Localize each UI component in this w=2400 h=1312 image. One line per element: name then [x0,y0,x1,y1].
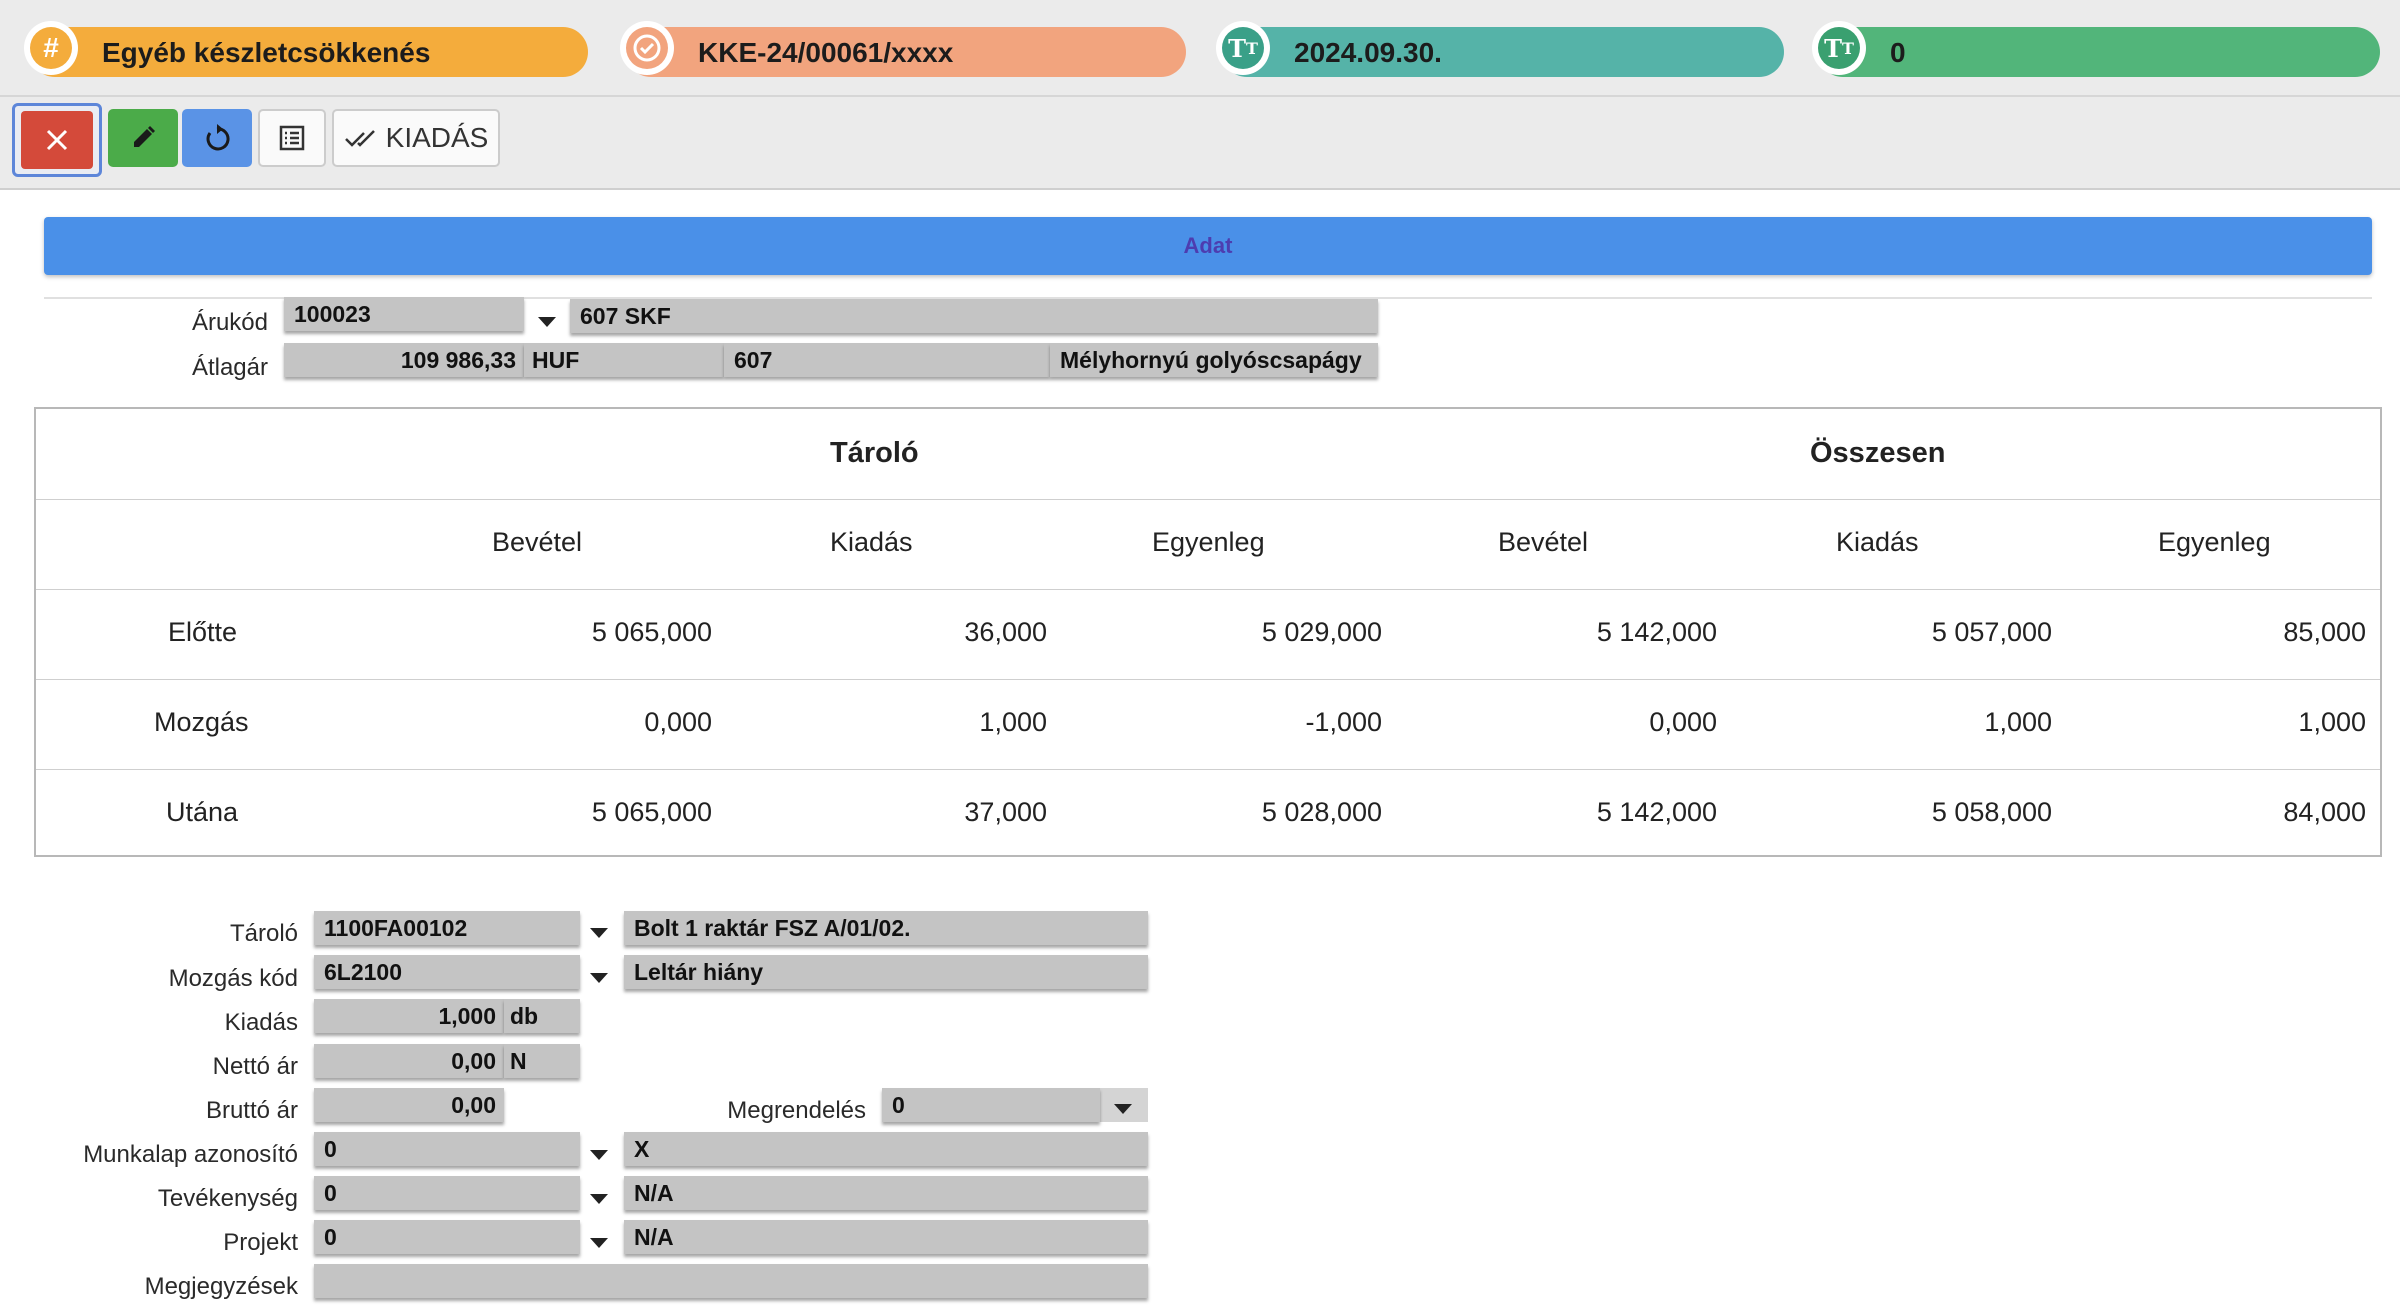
projekt-label: Projekt [223,1229,298,1256]
projekt-input[interactable]: 0 [314,1220,580,1254]
atlagar-value: 109 986,33 [284,343,524,377]
column-header: Bevétel [492,527,583,557]
column-header: Egyenleg [2158,527,2271,557]
arukod-input[interactable]: 100023 [284,297,524,331]
kiadas-qty-label: Kiadás [224,1009,298,1036]
group-header-tarolo: Tároló [830,437,919,469]
table-cell: 1,000 [1984,707,2052,737]
table-cell: 5 142,000 [1596,617,1717,647]
tevekenyseg-input[interactable]: 0 [314,1176,580,1210]
table-cell: 5 065,000 [591,797,712,827]
atlagar-label: Átlagár [191,354,268,381]
kiadas-qty-input[interactable]: 1,000 [314,999,504,1033]
close-icon [46,129,68,151]
atlagar-currency: HUF [524,343,724,377]
refresh-icon [206,124,230,151]
row-label: Utána [166,797,239,827]
megjegyzesek-input[interactable] [314,1264,1148,1298]
projekt-description: N/A [624,1220,1148,1254]
double-check-icon [344,130,375,147]
table-cell: 5 058,000 [1931,797,2052,827]
arukod-description: 607 SKF [570,299,1378,333]
table-cell: 5 065,000 [591,617,712,647]
mozgas-kod-dropdown-icon[interactable] [590,973,608,983]
megrendeles-input[interactable]: 0 [882,1088,1100,1122]
date-pill: TT 2024.09.30. [1216,21,1784,77]
table-cell: 5 057,000 [1931,617,2052,647]
table-cell: 5 142,000 [1596,797,1717,827]
hash-icon: # [30,27,72,69]
document-number-pill: KKE-24/00061/xxxx [620,21,1186,77]
list-icon [279,125,305,151]
header-bar: # Egyéb készletcsökkenés KKE-24/00061/xx… [0,0,2400,97]
kiadas-label: KIADÁS [385,122,489,153]
munkalap-description: X [624,1132,1148,1166]
table-cell: 5 029,000 [1261,617,1382,647]
table-cell: 36,000 [964,617,1047,647]
munkalap-label: Munkalap azonosító [83,1141,298,1168]
close-button[interactable] [12,103,102,177]
edit-button[interactable] [108,109,178,167]
table-cell: 1,000 [979,707,1047,737]
document-type-pill: # Egyéb készletcsökkenés [24,21,588,77]
atlagar-code: 607 [724,343,1050,377]
netto-ar-unit: N [504,1044,580,1078]
count-pill: TT 0 [1812,21,2380,77]
tevekenyseg-label: Tevékenység [157,1185,298,1212]
date-text: 2024.09.30. [1294,37,1442,68]
munkalap-input[interactable]: 0 [314,1132,580,1166]
atlagar-name: Mélyhornyú golyóscsapágy [1050,343,1378,377]
document-number-text: KKE-24/00061/xxxx [698,37,954,68]
table-cell: 1,000 [2298,707,2366,737]
kiadas-button[interactable]: KIADÁS [332,109,500,167]
section-title: Adat [1183,233,1233,258]
count-text: 0 [1890,37,1906,68]
mozgas-kod-input[interactable]: 6L2100 [314,955,580,989]
netto-ar-input[interactable]: 0,00 [314,1044,504,1078]
tevekenyseg-description: N/A [624,1176,1148,1210]
column-header: Kiadás [830,527,913,557]
table-cell: 37,000 [964,797,1047,827]
brutto-ar-label: Bruttó ár [205,1097,298,1124]
tarolo-description: Bolt 1 raktár FSZ A/01/02. [624,911,1148,945]
munkalap-dropdown-icon[interactable] [590,1150,608,1160]
megrendeles-dropdown-icon[interactable] [1114,1104,1132,1114]
table-cell: 0,000 [644,707,712,737]
column-header: Egyenleg [1152,527,1265,557]
row-label: Mozgás [154,707,249,737]
table-cell: 84,000 [2283,797,2366,827]
column-header: Bevétel [1498,527,1589,557]
table-cell: 0,000 [1649,707,1717,737]
tarolo-label: Tároló [229,920,298,947]
check-badge-icon [626,27,668,69]
table-cell: 85,000 [2283,617,2366,647]
megrendeles-label: Megrendelés [727,1097,866,1124]
kiadas-unit: db [504,999,580,1033]
megjegyzesek-label: Megjegyzések [144,1273,298,1300]
arukod-label: Árukód [191,309,268,336]
refresh-button[interactable] [182,109,252,167]
tevekenyseg-dropdown-icon[interactable] [590,1194,608,1204]
netto-ar-label: Nettó ár [212,1053,298,1080]
text-size-icon: TT [1222,27,1264,69]
section-adat-header[interactable]: Adat [44,217,2372,275]
projekt-dropdown-icon[interactable] [590,1238,608,1248]
list-button[interactable] [258,109,326,167]
document-type-text: Egyéb készletcsökkenés [102,37,431,68]
arukod-dropdown-icon[interactable] [538,317,556,327]
tarolo-input[interactable]: 1100FA00102 [314,911,580,945]
toolbar: KIADÁS [0,97,2400,190]
brutto-ar-input[interactable]: 0,00 [314,1088,504,1122]
column-header: Kiadás [1836,527,1919,557]
mozgas-kod-label: Mozgás kód [168,965,298,992]
text-size-icon: TT [1818,27,1860,69]
pencil-icon [134,126,155,147]
stock-table: Tároló Összesen Bevétel Kiadás Egyenleg … [34,407,2382,857]
row-label: Előtte [168,617,238,647]
group-header-osszesen: Összesen [1810,437,1946,469]
table-cell: 5 028,000 [1261,797,1382,827]
mozgas-kod-description: Leltár hiány [624,955,1148,989]
table-cell: -1,000 [1305,707,1382,737]
tarolo-dropdown-icon[interactable] [590,928,608,938]
